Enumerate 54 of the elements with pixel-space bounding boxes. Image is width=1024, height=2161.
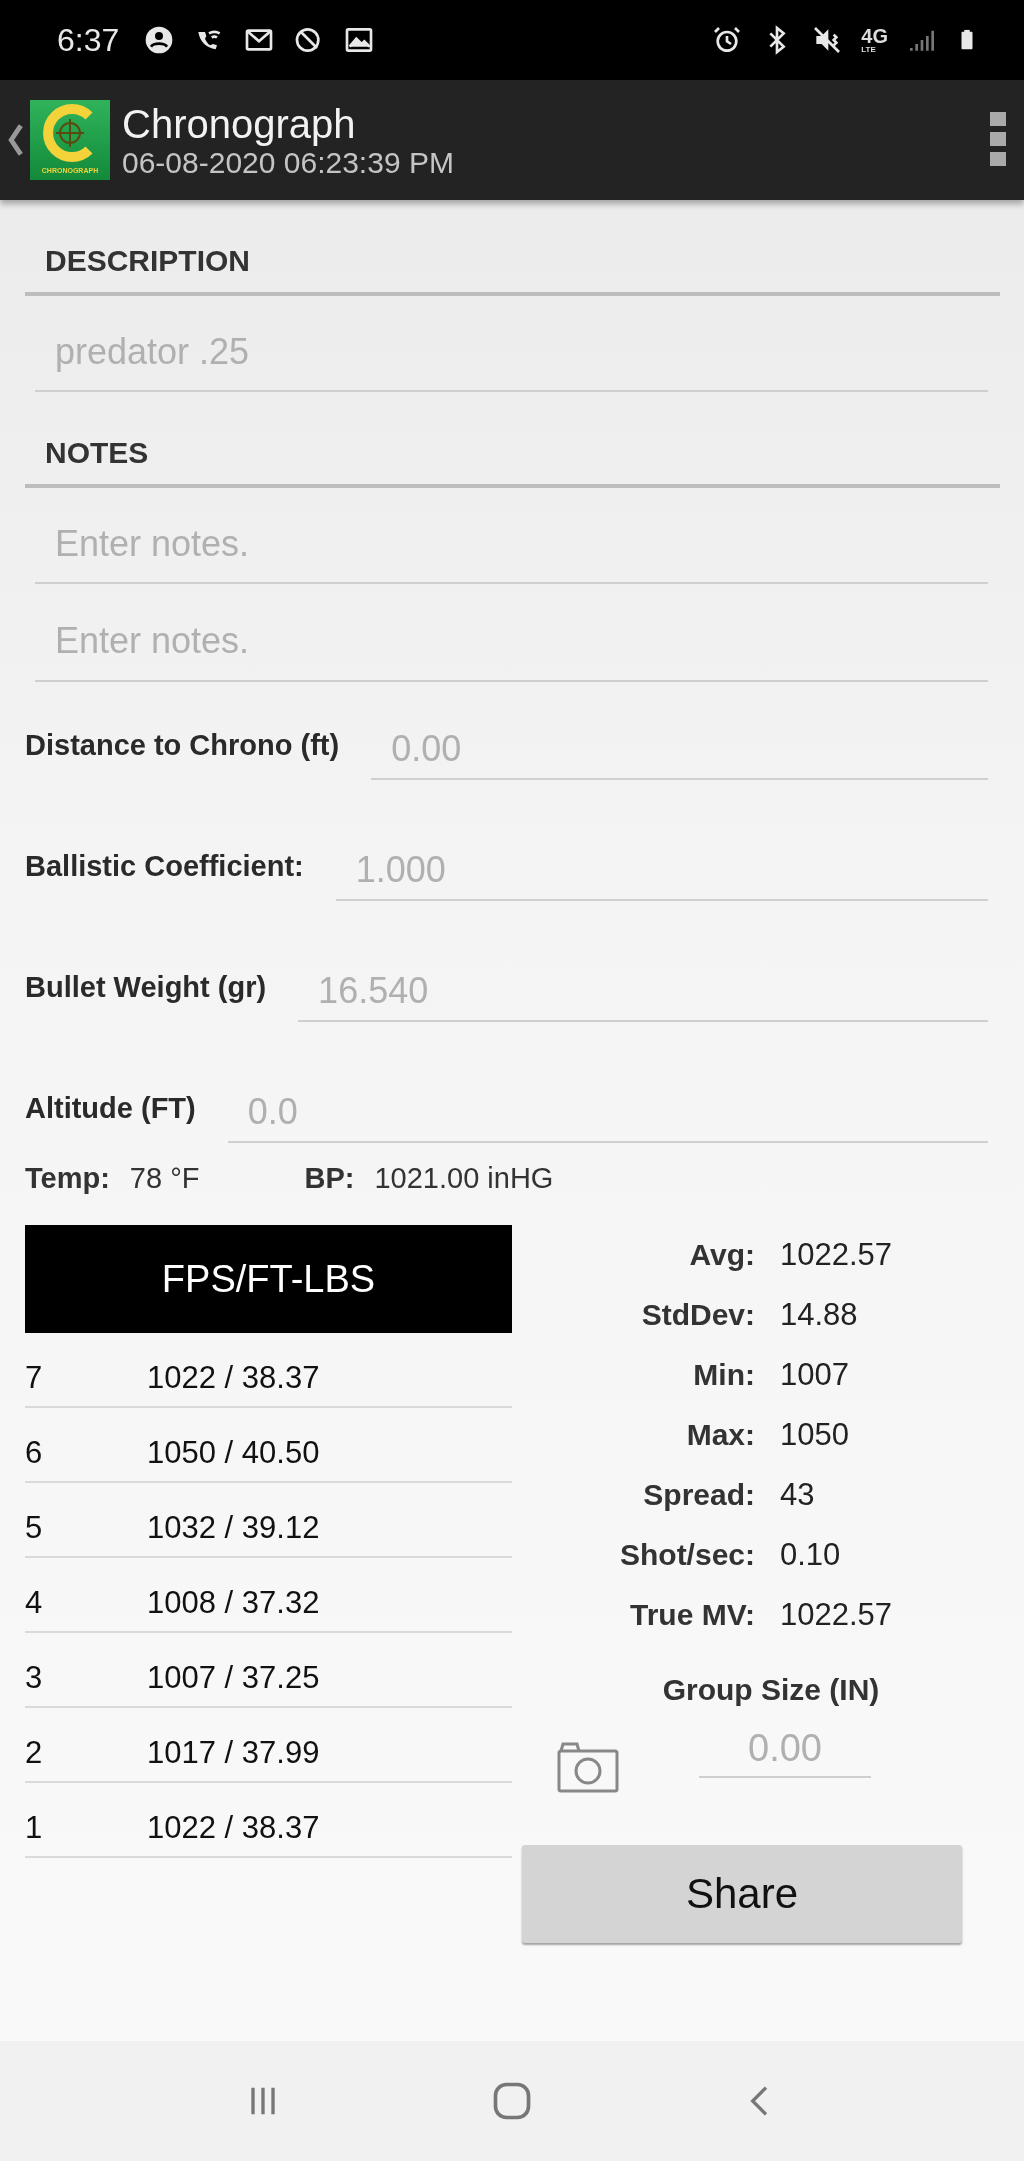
app-title: Chronograph [122,101,357,146]
stat-label: Max: [685,1418,755,1452]
stat-label: StdDev: [640,1298,755,1332]
group-size-label: Group Size (IN) [661,1673,881,1707]
stat-value: 0.10 [780,1537,841,1573]
condition-value: 1021.00 inHG [374,1161,554,1195]
section-header: DESCRIPTION [25,200,1000,296]
shot-value: 1032 / 39.12 [147,1509,320,1546]
shot-value: 1017 / 37.99 [147,1734,320,1771]
input-field[interactable]: 0.00 [699,1726,871,1778]
stat-value: 1050 [780,1417,849,1453]
share-button[interactable]: Share [522,1845,962,1943]
input-field[interactable]: Enter notes. [35,584,988,682]
condition-label: Temp: [25,1161,110,1195]
shot-number: 4 [25,1584,44,1621]
app-subtitle: 06-08-2020 06:23:39 PM [122,145,455,179]
status-time: 6:37 [57,21,120,59]
shot-value: 1022 / 38.37 [147,1809,320,1846]
stat-value: 1022.57 [780,1237,893,1273]
shot-number: 7 [25,1359,44,1396]
network-type: 4G LTE [861,26,888,54]
shot-value: 1007 / 37.25 [147,1659,320,1696]
stat-value: 14.88 [780,1297,858,1333]
field-label: Bullet Weight (gr) [25,971,267,1005]
stat-value: 1022.57 [780,1597,893,1633]
field-label: Distance to Chrono (ft) [25,729,340,763]
stat-label: Spread: [642,1478,755,1512]
stat-label: Min: [692,1358,755,1392]
condition-value: 78 °F [129,1161,200,1195]
input-field[interactable]: 16.540 [298,970,988,1022]
field-label: Altitude (FT) [25,1092,196,1126]
shot-value: 1050 / 40.50 [147,1434,320,1471]
shot-number: 2 [25,1734,44,1771]
stat-label: True MV: [628,1598,755,1632]
input-field[interactable]: predator .25 [35,296,988,392]
column-header: FPS/FT-LBS [25,1225,512,1333]
stat-label: Avg: [688,1238,755,1272]
camera-icon[interactable] [557,1741,619,1793]
shot-value: 1008 / 37.32 [147,1584,320,1621]
stat-value: 43 [780,1477,815,1513]
section-header: NOTES [25,392,1000,488]
shot-number: 3 [25,1659,44,1696]
shot-value: 1022 / 38.37 [147,1359,320,1396]
field-label: Ballistic Coefficient: [25,850,304,884]
shot-number: 6 [25,1434,44,1471]
input-field[interactable]: 0.0 [227,1091,988,1143]
stat-label: Shot/sec: [618,1538,755,1572]
stat-value: 1007 [780,1357,849,1393]
input-field[interactable]: 0.00 [371,728,988,780]
input-field[interactable]: Enter notes. [35,488,988,584]
input-field[interactable]: 1.000 [335,849,988,901]
condition-label: BP: [304,1161,355,1195]
shot-number: 1 [25,1809,44,1846]
shot-number: 5 [25,1509,44,1546]
